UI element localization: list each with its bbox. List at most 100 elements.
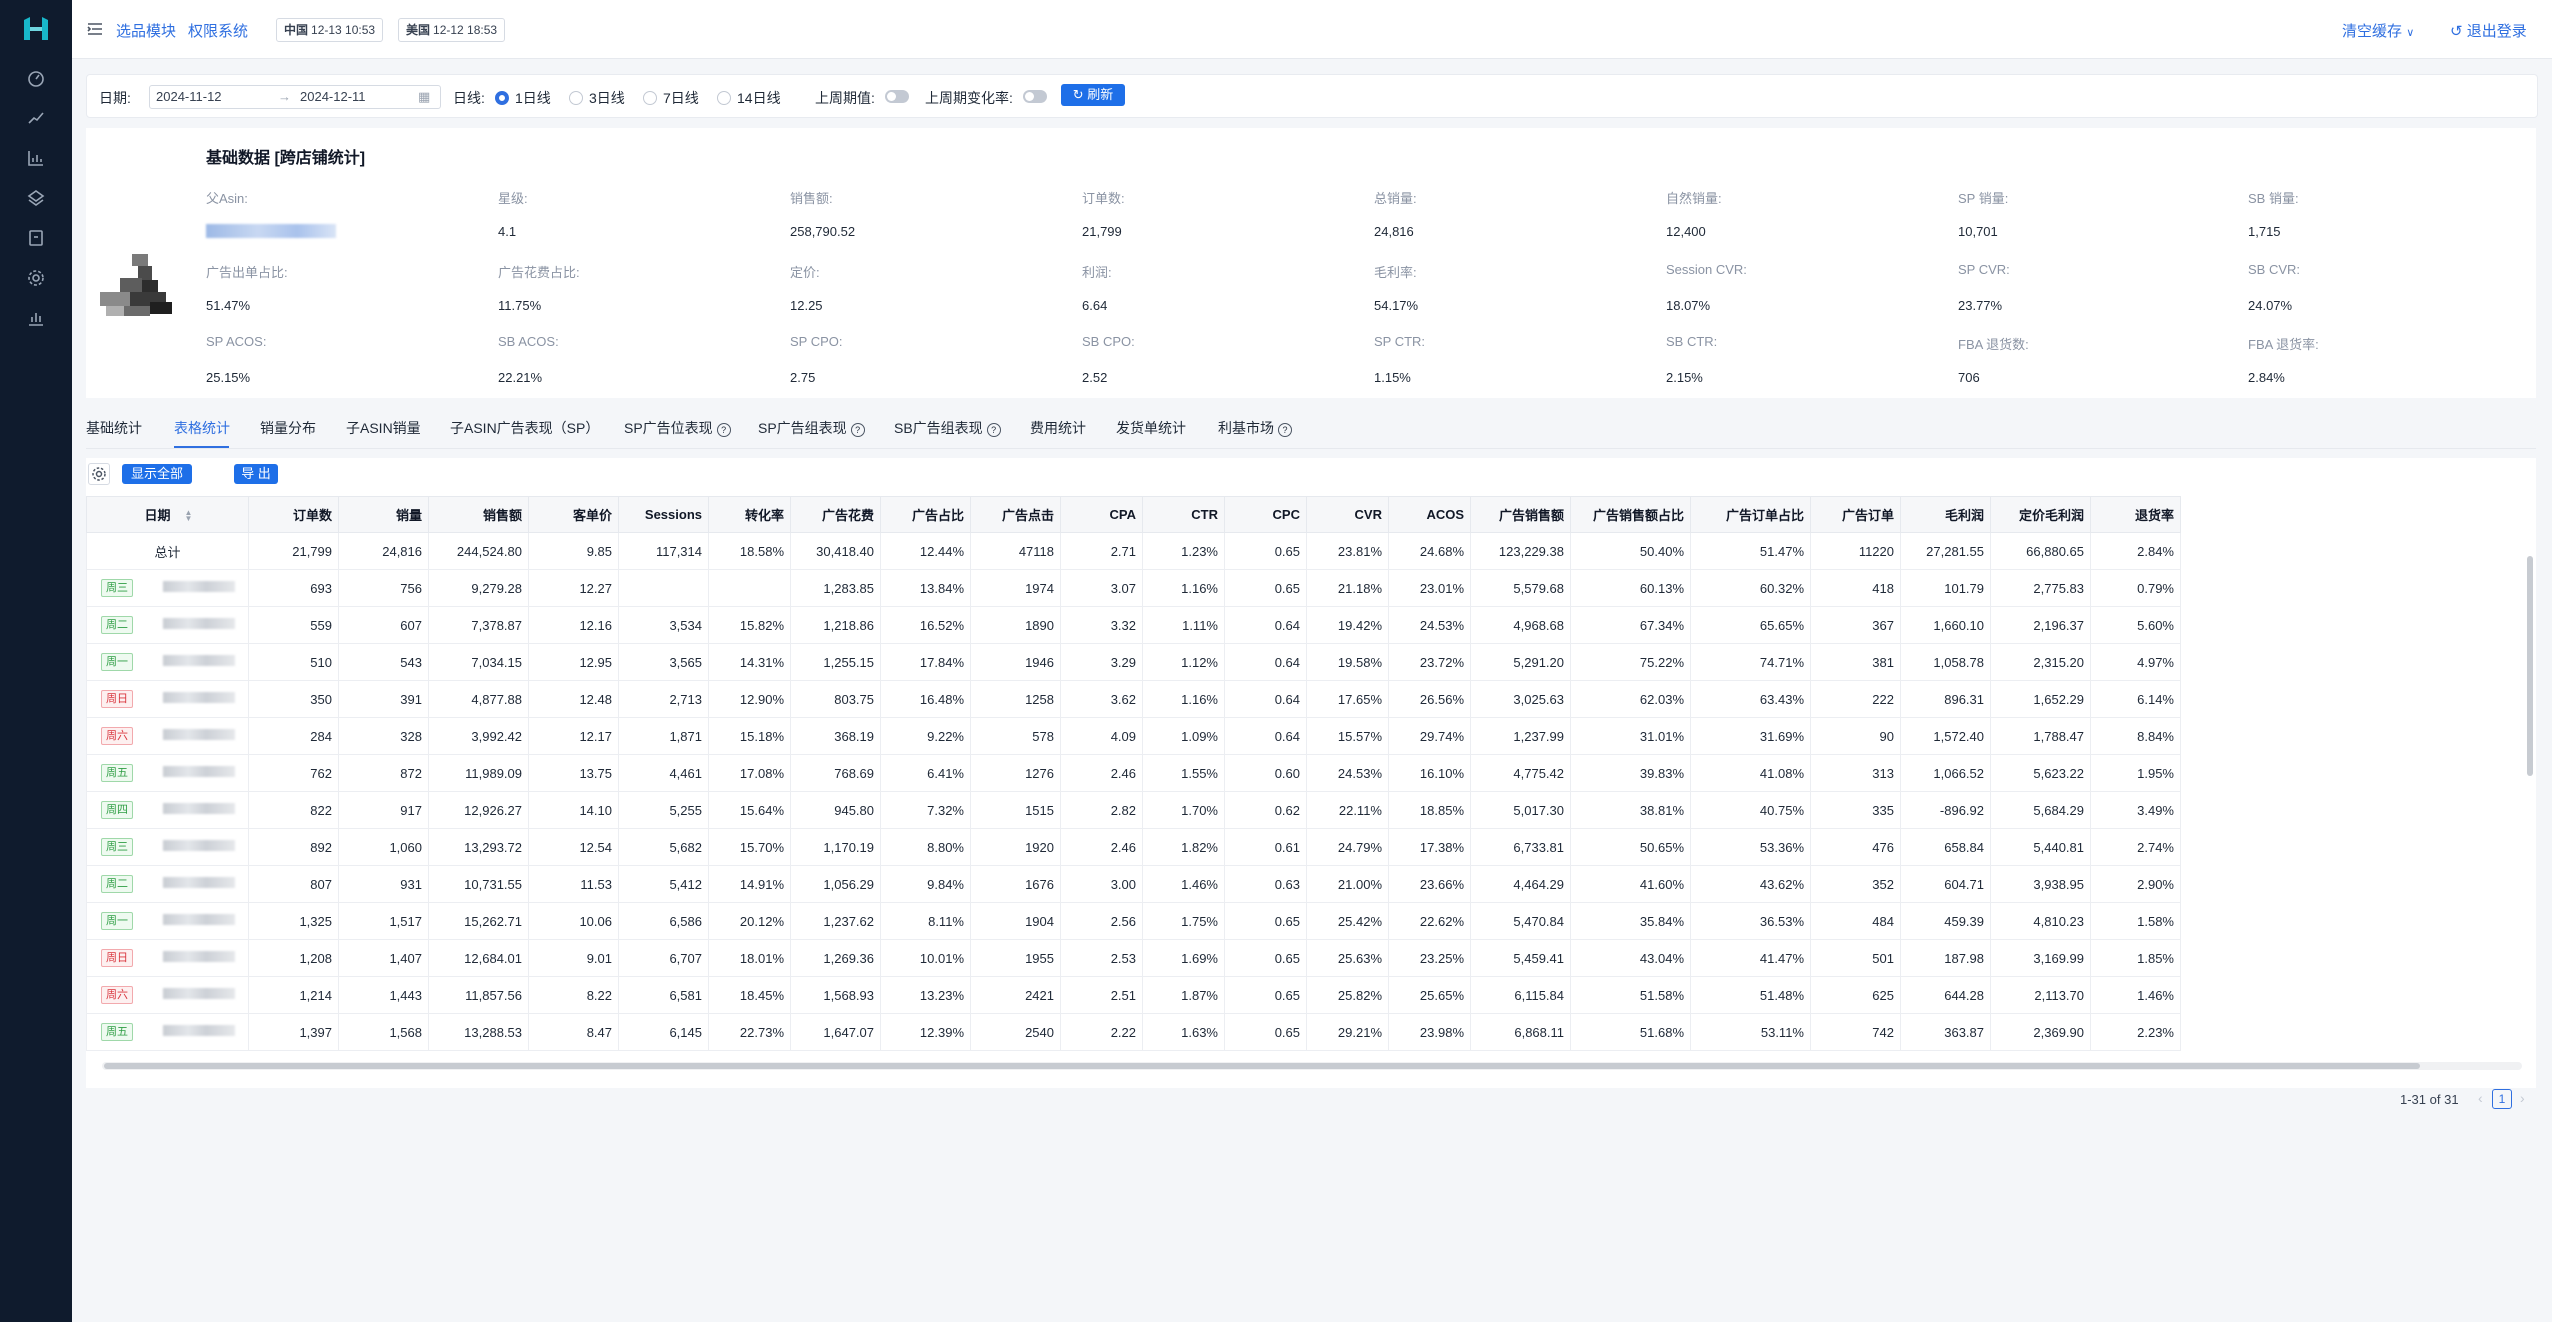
table-row[interactable]: 周三 892 1,060 13,293.72 12.54 5,682 15.70% 1,170… xyxy=(86,828,2181,866)
radio-7day[interactable]: 7日线 xyxy=(643,88,699,108)
column-header[interactable]: 广告订单占比 xyxy=(1690,496,1811,533)
show-all-button[interactable]: 显示全部 xyxy=(122,464,192,484)
date-range-picker[interactable]: 2024-11-12 → 2024-12-11 ▦ xyxy=(149,85,441,109)
vertical-scroll-thumb[interactable] xyxy=(2527,556,2533,776)
column-header[interactable]: CPA xyxy=(1060,496,1143,533)
tab-item[interactable]: 销量分布 xyxy=(260,418,316,438)
column-header[interactable]: 广告销售额占比 xyxy=(1570,496,1691,533)
tab-item[interactable]: 表格统计 xyxy=(174,418,230,438)
table-row[interactable]: 周一 1,325 1,517 15,262.71 10.06 6,586 20.12% 1,2… xyxy=(86,902,2181,940)
horizontal-scrollbar[interactable] xyxy=(102,1062,2522,1070)
prev-week-switch[interactable] xyxy=(885,90,909,103)
settings-icon[interactable] xyxy=(26,268,46,288)
column-header[interactable]: 广告占比 xyxy=(880,496,971,533)
tab-item[interactable]: 子ASIN广告表现（SP） xyxy=(450,418,599,438)
table-row[interactable]: 周六 1,214 1,443 11,857.56 8.22 6,581 18.45% 1,56… xyxy=(86,976,2181,1014)
total-cell: 11220 xyxy=(1810,532,1901,570)
column-header[interactable]: 销量 xyxy=(338,496,429,533)
layers-icon[interactable] xyxy=(26,188,46,208)
table-cell: 1.16% xyxy=(1142,680,1225,718)
radio-1day[interactable]: 1日线 xyxy=(495,88,551,108)
app-logo-icon[interactable] xyxy=(20,16,52,42)
menu-toggle-icon[interactable] xyxy=(86,20,104,38)
logout-button[interactable]: ↺ 退出登录 xyxy=(2450,20,2527,41)
table-row[interactable]: 周日 350 391 4,877.88 12.48 2,713 12.90% 803.75 16… xyxy=(86,680,2181,718)
table-row[interactable]: 周一 510 543 7,034.15 12.95 3,565 14.31% 1,255.15… xyxy=(86,643,2181,681)
start-date[interactable]: 2024-11-12 xyxy=(156,89,222,104)
clear-cache-button[interactable]: 清空缓存 ∨ xyxy=(2342,20,2414,41)
help-icon[interactable]: ? xyxy=(986,423,1001,437)
prev-change-switch[interactable] xyxy=(1023,90,1047,103)
dashboard-icon[interactable] xyxy=(26,68,46,88)
tab-item[interactable]: 利基市场? xyxy=(1218,418,1292,438)
table-cell: 5,291.20 xyxy=(1470,643,1571,681)
nav-link-selection[interactable]: 选品模块 xyxy=(116,20,176,41)
column-header[interactable]: 广告销售额 xyxy=(1470,496,1571,533)
radio-3day[interactable]: 3日线 xyxy=(569,88,625,108)
table-row[interactable]: 周五 1,397 1,568 13,288.53 8.47 6,145 22.73% 1,64… xyxy=(86,1013,2181,1051)
column-header[interactable]: Sessions xyxy=(618,496,709,533)
column-header[interactable]: CPC xyxy=(1224,496,1307,533)
stat-value: 11.75% xyxy=(498,298,542,313)
box-icon[interactable] xyxy=(26,228,46,248)
table-cell: 13,288.53 xyxy=(428,1013,529,1051)
column-header[interactable]: ACOS xyxy=(1388,496,1471,533)
table-cell: 917 xyxy=(338,791,429,829)
nav-link-permission[interactable]: 权限系统 xyxy=(188,20,248,41)
column-header[interactable]: 退货率 xyxy=(2090,496,2181,533)
table-cell: 12,926.27 xyxy=(428,791,529,829)
stat-value: 51.47% xyxy=(206,298,251,313)
table-cell: 892 xyxy=(248,828,339,866)
line-label: 日线: xyxy=(453,90,485,106)
stat-label: 利润: xyxy=(1082,265,1112,280)
trend-icon[interactable] xyxy=(26,108,46,128)
table-row[interactable]: 周四 822 917 12,926.27 14.10 5,255 15.64% 945.80 7… xyxy=(86,791,2181,829)
export-button[interactable]: 导 出 xyxy=(234,464,278,484)
next-page-icon[interactable]: › xyxy=(2520,1090,2525,1106)
table-row[interactable]: 周日 1,208 1,407 12,684.01 9.01 6,707 18.01% 1,26… xyxy=(86,939,2181,977)
column-header[interactable]: 转化率 xyxy=(708,496,791,533)
table-row[interactable]: 周二 807 931 10,731.55 11.53 5,412 14.91% 1,056.2… xyxy=(86,865,2181,903)
column-header[interactable]: 毛利润 xyxy=(1900,496,1991,533)
column-header[interactable]: 广告点击 xyxy=(970,496,1061,533)
horizontal-scroll-thumb[interactable] xyxy=(104,1063,2420,1069)
column-header[interactable]: CTR xyxy=(1142,496,1225,533)
column-header[interactable]: 销售额 xyxy=(428,496,529,533)
help-icon[interactable]: ? xyxy=(1278,423,1292,437)
date-cell: 周二 xyxy=(86,606,249,644)
table-row[interactable]: 周二 559 607 7,378.87 12.16 3,534 15.82% 1,218.86… xyxy=(86,606,2181,644)
vertical-scrollbar[interactable] xyxy=(2526,540,2534,1054)
column-header[interactable]: 客单价 xyxy=(528,496,619,533)
tab-item[interactable]: 子ASIN销量 xyxy=(346,418,421,438)
column-header[interactable]: 广告订单 xyxy=(1810,496,1901,533)
sort-icon[interactable]: ▲ ▼ xyxy=(185,509,193,523)
tab-item[interactable]: 费用统计 xyxy=(1030,418,1086,438)
refresh-button[interactable]: ↻ 刷新 xyxy=(1061,84,1125,106)
page-number-button[interactable]: 1 xyxy=(2492,1089,2512,1109)
table-row[interactable]: 周五 762 872 11,989.09 13.75 4,461 17.08% 768.69 6… xyxy=(86,754,2181,792)
tab-item[interactable]: SP广告组表现? xyxy=(758,418,865,438)
help-icon[interactable]: ? xyxy=(716,423,731,437)
column-header[interactable]: 日期 ▲ ▼ xyxy=(86,496,249,533)
column-header[interactable]: 订单数 xyxy=(248,496,339,533)
radio-14day[interactable]: 14日线 xyxy=(717,88,781,108)
prev-page-icon[interactable]: ‹ xyxy=(2478,1090,2483,1106)
column-header[interactable]: CVR xyxy=(1306,496,1389,533)
tab-item[interactable]: SB广告组表现? xyxy=(894,418,1001,438)
column-header[interactable]: 广告花费 xyxy=(790,496,881,533)
column-header[interactable]: 定价毛利润 xyxy=(1990,496,2091,533)
table-cell: 14.91% xyxy=(708,865,791,903)
end-date[interactable]: 2024-12-11 xyxy=(300,89,366,104)
table-cell: 2421 xyxy=(970,976,1061,1014)
tab-item[interactable]: 发货单统计 xyxy=(1116,418,1186,438)
table-row[interactable]: 周六 284 328 3,992.42 12.17 1,871 15.18% 368.19 9.… xyxy=(86,717,2181,755)
tab-item[interactable]: SP广告位表现? xyxy=(624,418,731,438)
table-cell: 5,470.84 xyxy=(1470,902,1571,940)
report-icon[interactable] xyxy=(26,308,46,328)
bar-chart-icon[interactable] xyxy=(26,148,46,168)
tab-item[interactable]: 基础统计 xyxy=(86,418,142,438)
column-settings-button[interactable] xyxy=(88,463,110,485)
table-row[interactable]: 周三 693 756 9,279.28 12.27 1,283.85 13.84% 1974 3… xyxy=(86,569,2181,607)
help-icon[interactable]: ? xyxy=(850,423,865,437)
table-cell: 1,283.85 xyxy=(790,569,881,607)
